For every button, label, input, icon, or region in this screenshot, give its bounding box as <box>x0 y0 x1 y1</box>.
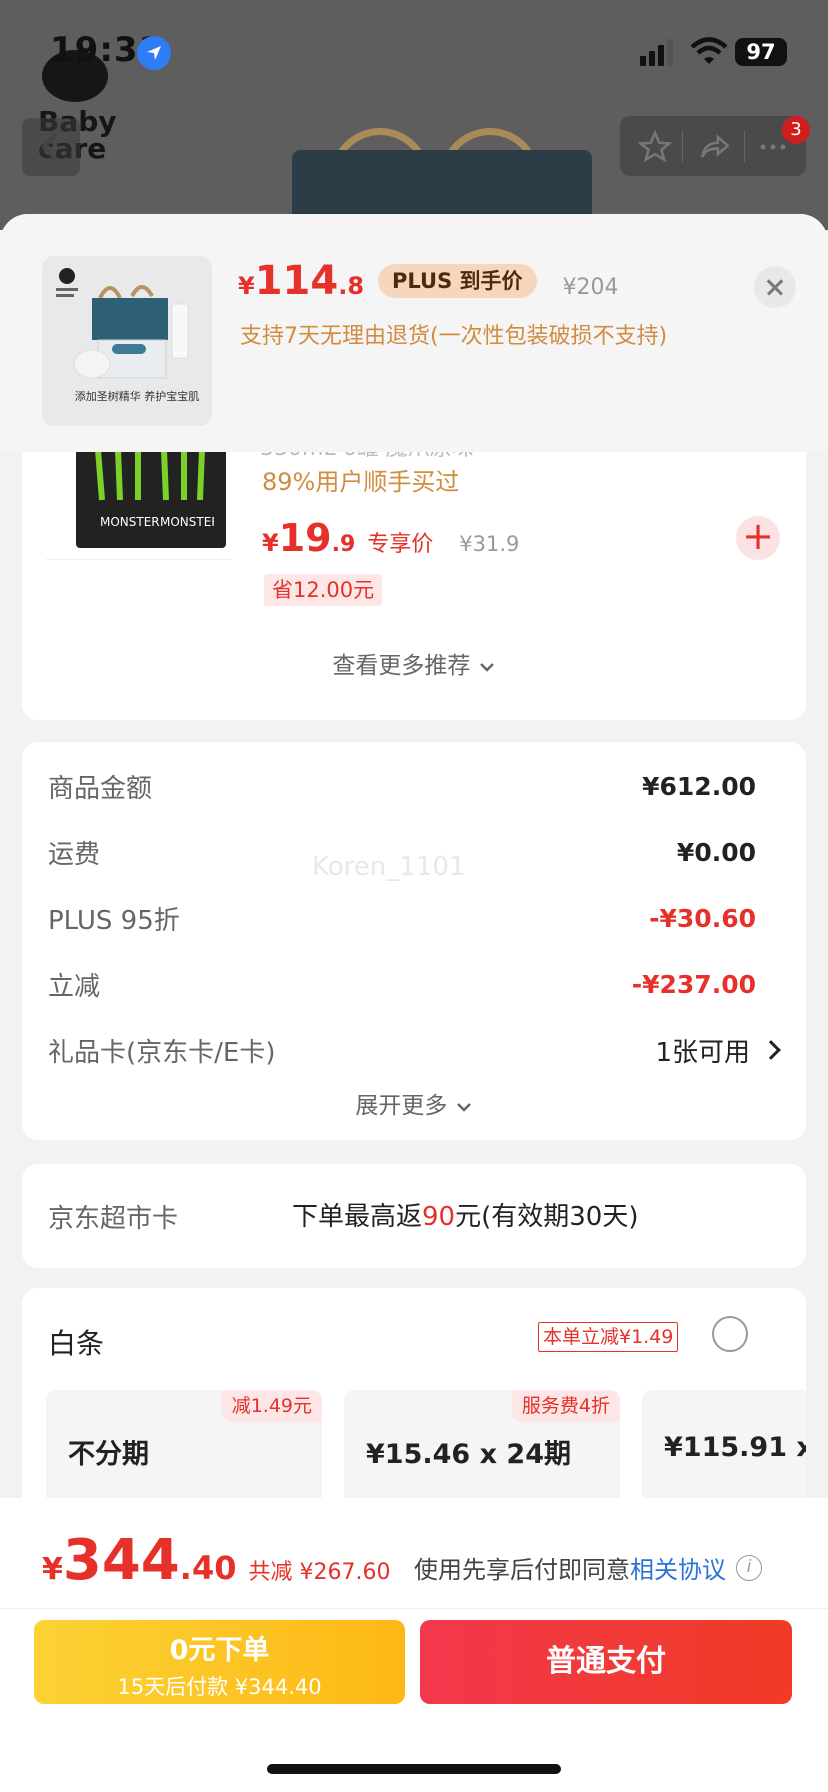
supermarket-card-label: 京东超市卡 <box>48 1204 179 1234</box>
order-amounts-card: Koren_1101 商品金额 ¥612.00 运费 ¥0.00 PLUS 95… <box>22 742 806 1140</box>
total-integer: 344 <box>62 1528 180 1593</box>
currency-symbol: ¥ <box>238 272 255 300</box>
installment-option-none[interactable]: 减1.49元 不分期 <box>46 1390 322 1510</box>
plus-price: ¥ 114 .8 PLUS 到手价 ¥204 <box>238 258 619 308</box>
amount-value: -¥30.60 <box>649 903 756 933</box>
plus-price-tag: PLUS 到手价 <box>378 264 537 298</box>
chevron-right-icon <box>761 1040 781 1060</box>
promo-amount: 90 <box>422 1202 456 1232</box>
return-policy-note: 支持7天无理由退货(一次性包装破损不支持) <box>240 324 668 349</box>
back-button[interactable] <box>22 118 80 176</box>
amount-label: 运费 <box>48 839 101 870</box>
baitiao-radio[interactable] <box>712 1316 748 1352</box>
total-price: ¥ 344 .40 共减 ¥267.60 <box>42 1528 390 1593</box>
price-decimal: .9 <box>331 532 356 557</box>
original-price: ¥31.9 <box>459 532 520 556</box>
agreement-text: 使用先享后付即同意 相关协议 i <box>414 1550 762 1585</box>
pay-later-button[interactable]: 0元下单 15天后付款 ¥344.40 <box>34 1620 405 1704</box>
divider <box>0 1608 828 1609</box>
price-tag: 专享价 <box>367 532 434 557</box>
supermarket-card-text: 下单最高返90元(有效期30天) <box>292 1196 638 1233</box>
recommendation-price: ¥ 19 .9 专享价 ¥31.9 <box>262 516 519 560</box>
currency-symbol: ¥ <box>42 1552 63 1587</box>
amount-row-subtotal: 商品金额 ¥612.00 <box>48 766 756 806</box>
price-integer: 114 <box>254 258 339 304</box>
amount-row-plus-discount: PLUS 95折 -¥30.60 <box>48 898 756 938</box>
amount-row-shipping: 运费 ¥0.00 <box>48 832 756 872</box>
chevron-down-icon <box>479 663 494 672</box>
promo-text-before: 下单最高返 <box>292 1202 423 1232</box>
agreement-link[interactable]: 相关协议 <box>630 1550 726 1585</box>
total-decimal: .40 <box>179 1549 237 1587</box>
baitiao-discount-tag: 本单立减¥1.49 <box>538 1322 679 1352</box>
energy-drink-pack-image: MONSTER MONSTER <box>76 440 226 548</box>
recommendation-purchase-rate: 89%用户顺手买过 <box>262 468 460 496</box>
installment-tag: 服务费4折 <box>511 1390 620 1422</box>
gift-card-value: 1张可用 <box>655 1032 781 1069</box>
amount-label: PLUS 95折 <box>48 905 180 936</box>
svg-text:MONSTER: MONSTER <box>100 515 160 529</box>
total-saved: 共减 ¥267.60 <box>248 1560 391 1585</box>
favorite-star-icon[interactable] <box>638 130 672 164</box>
amount-value: -¥237.00 <box>631 969 756 999</box>
pay-now-button[interactable]: 普通支付 <box>420 1620 792 1704</box>
cart-badge: 3 <box>782 116 810 144</box>
baitiao-title: 白条 <box>48 1327 105 1360</box>
home-indicator[interactable] <box>267 1764 561 1774</box>
location-icon <box>137 36 171 70</box>
monster-logo-icon: MONSTER MONSTER <box>95 449 214 529</box>
original-price: ¥204 <box>562 275 619 300</box>
amount-label: 商品金额 <box>48 773 153 804</box>
amount-value: 1张可用 <box>655 1037 750 1068</box>
installment-option-3[interactable]: ¥115.91 x <box>642 1390 806 1510</box>
product-thumbnail[interactable]: 添加圣树精华 养护宝宝肌 <box>42 256 212 426</box>
top-action-bar <box>620 116 806 176</box>
wifi-icon <box>690 37 728 64</box>
add-to-order-button[interactable]: + <box>736 516 780 560</box>
currency-symbol: ¥ <box>262 529 279 557</box>
installment-text: ¥15.46 x 24期 <box>366 1439 571 1470</box>
diaper-pack-image <box>73 285 189 379</box>
pay-later-title: 0元下单 <box>169 1635 270 1666</box>
battery-indicator: 97 <box>735 38 787 66</box>
installment-text: ¥115.91 x <box>664 1432 806 1463</box>
recommendation-card: MONSTER MONSTER 330mL 6罐 魔爪原味 89%用户顺手买过 … <box>22 410 806 720</box>
amount-label: 礼品卡(京东卡/E卡) <box>48 1037 276 1068</box>
installment-text: 不分期 <box>68 1439 149 1470</box>
cellular-signal-icon <box>640 39 673 66</box>
info-icon[interactable]: i <box>736 1554 762 1581</box>
recommendation-image[interactable]: MONSTER MONSTER <box>46 440 232 560</box>
thumbnail-caption: 添加圣树精华 养护宝宝肌 <box>74 390 200 403</box>
save-amount-tag: 省12.00元 <box>264 574 383 606</box>
supermarket-card-promo[interactable]: 京东超市卡 下单最高返90元(有效期30天) <box>22 1164 806 1268</box>
amount-row-gift-card[interactable]: 礼品卡(京东卡/E卡) 1张可用 <box>48 1030 781 1070</box>
amount-row-instant-discount: 立减 -¥237.00 <box>48 964 756 1004</box>
more-recommendations-link[interactable]: 查看更多推荐 <box>22 646 806 680</box>
expand-more-label: 展开更多 <box>355 1093 448 1119</box>
back-arrow-icon <box>41 132 58 162</box>
price-integer: 19 <box>278 516 332 560</box>
amount-value: ¥0.00 <box>676 837 756 867</box>
expand-more-link[interactable]: 展开更多 <box>22 1086 806 1120</box>
pay-later-subtitle: 15天后付款 ¥344.40 <box>117 1675 322 1699</box>
installment-option-24[interactable]: 服务费4折 ¥15.46 x 24期 <box>344 1390 620 1510</box>
close-sheet-button[interactable] <box>754 266 796 308</box>
installment-tag: 减1.49元 <box>221 1390 322 1422</box>
selected-product-header: 添加圣树精华 养护宝宝肌 ¥ 114 .8 PLUS 到手价 ¥204 支持7天… <box>0 214 828 452</box>
checkout-footer: ¥ 344 .40 共减 ¥267.60 使用先享后付即同意 相关协议 i 0元… <box>0 1498 828 1792</box>
chevron-down-icon <box>456 1103 471 1112</box>
svg-text:MONSTER: MONSTER <box>160 515 214 529</box>
amount-label: 立减 <box>48 971 101 1002</box>
promo-text-after: 元(有效期30天) <box>455 1202 639 1232</box>
amount-value: ¥612.00 <box>642 771 756 801</box>
agreement-label: 使用先享后付即同意 <box>414 1556 630 1584</box>
more-recommendations-label: 查看更多推荐 <box>332 653 471 679</box>
price-decimal: .8 <box>338 272 365 300</box>
share-icon[interactable] <box>698 130 732 164</box>
